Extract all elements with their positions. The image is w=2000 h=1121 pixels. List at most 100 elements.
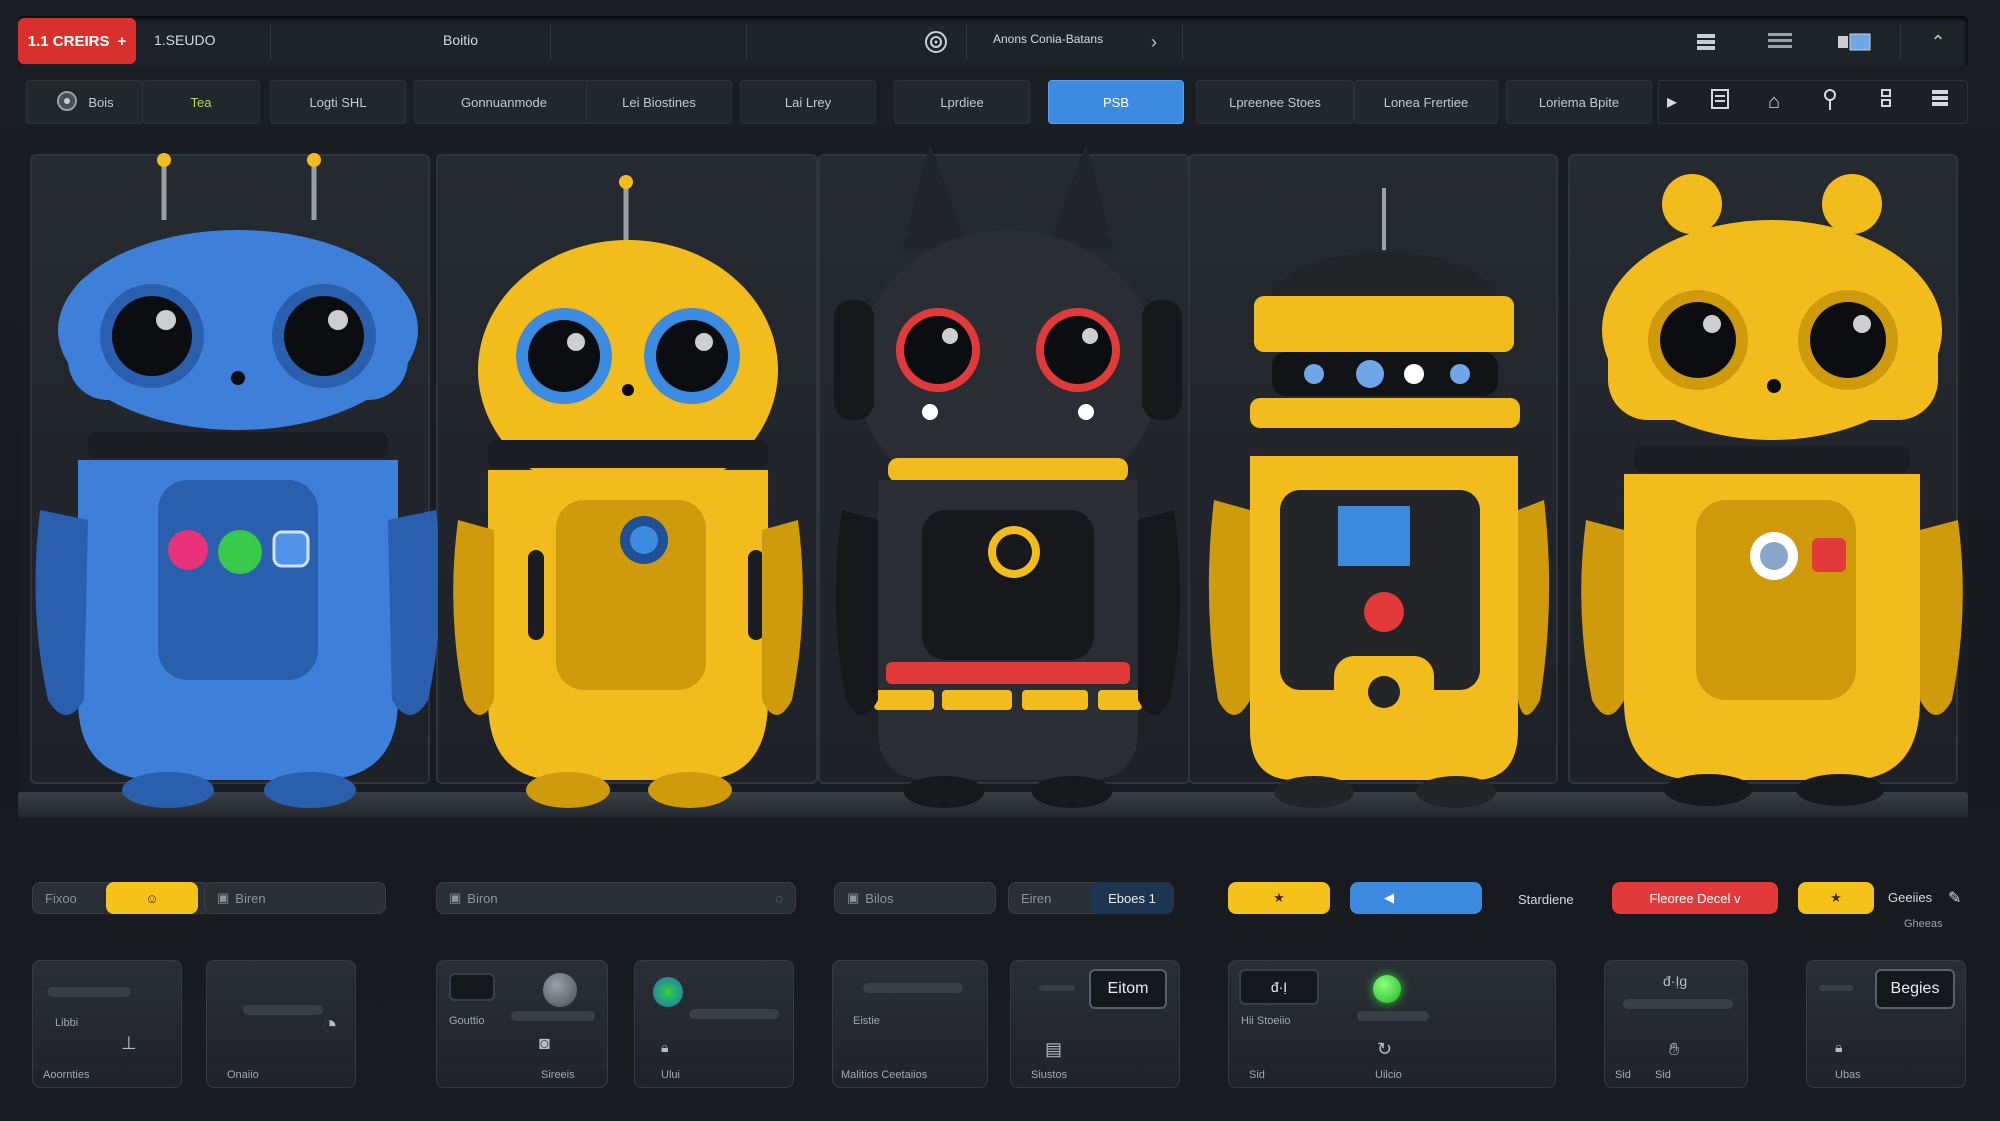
widget-1[interactable]: ◔ Onaiio — [206, 960, 356, 1088]
slider-track[interactable] — [47, 987, 131, 997]
black-robot[interactable] — [818, 140, 1198, 820]
tab-label: PSB — [1102, 94, 1129, 110]
star-icon: ★ — [1830, 890, 1842, 905]
divider — [966, 24, 967, 60]
list-icon[interactable] — [1766, 30, 1792, 54]
blue-robot[interactable] — [18, 140, 438, 820]
slider-track[interactable] — [863, 983, 963, 993]
tab-5[interactable]: Lai Lrey — [740, 80, 876, 124]
widget-4[interactable]: Eistie Malitios Ceetaiios — [832, 960, 988, 1088]
edit-icon[interactable]: ✎ — [1948, 888, 1961, 908]
field-5-label: Eiren — [1021, 890, 1052, 906]
tab-6[interactable]: Lprdiee — [894, 80, 1030, 124]
widget-8-bottom-label: Ubas — [1835, 1069, 1861, 1081]
control-row: Fixoo ☺ ▣ Biren ▣ Biron ◌ ▣ Bilos Eiren … — [18, 878, 1968, 930]
tab-8[interactable]: Lpreenee Stoes — [1196, 80, 1354, 124]
slider-track[interactable] — [1623, 999, 1733, 1009]
globe-icon[interactable] — [651, 975, 685, 1009]
widget-5[interactable]: Eitom ▤ Siustos — [1010, 960, 1180, 1088]
widget-6[interactable]: đ·Ị Hii Stoeiio ↻ Uilcio Sid — [1228, 960, 1556, 1088]
widget-8[interactable]: Begies 🔒︎ Ubas — [1806, 960, 1966, 1088]
status-led — [1373, 975, 1401, 1003]
widget-6-top-label: Hii Stoeiio — [1241, 1015, 1291, 1027]
brand-label: 1.1 CREIRS — [27, 32, 110, 50]
adjust-icon[interactable] — [1872, 88, 1900, 116]
disc-icon — [56, 90, 78, 115]
hand-icon: ✋︎ — [1669, 1039, 1680, 1059]
tab-10[interactable]: Loriema Bpite — [1506, 80, 1652, 124]
rotary-knob[interactable] — [541, 971, 579, 1009]
widget-0-bottom-label: Aoornties — [43, 1069, 90, 1081]
right-label-2: Gheeas — [1904, 918, 1943, 930]
yellow-robot[interactable] — [428, 140, 828, 820]
field-5-value-text: Eboes 1 — [1108, 890, 1156, 906]
face-toggle[interactable]: ☺ — [106, 882, 198, 914]
back-button[interactable]: ◀ — [1350, 882, 1482, 914]
small-toggle[interactable] — [449, 973, 495, 1001]
tab-label: Lei Biostines — [622, 94, 696, 110]
slider-track[interactable] — [243, 1005, 323, 1015]
widget-3-bottom-label: Ului — [661, 1069, 680, 1081]
widget-7[interactable]: đ·Ịg ✋︎ Sid Sid — [1604, 960, 1748, 1088]
field-4[interactable]: ▣ Bilos — [834, 882, 996, 914]
center-label[interactable]: Boitio — [443, 32, 478, 48]
lock-icon: 🔒︎ — [661, 1039, 669, 1055]
tab-0[interactable]: Bois — [26, 80, 144, 124]
tab-label: Lpreenee Stoes — [1229, 94, 1321, 110]
slider-track[interactable] — [1819, 985, 1853, 991]
document-icon: ▤ — [1045, 1039, 1063, 1059]
search-label[interactable]: Anons Conia-Batans — [993, 32, 1103, 46]
slider-track[interactable] — [511, 1011, 595, 1021]
tab-3[interactable]: Gonnuanmode — [414, 80, 594, 124]
chevron-right-icon[interactable]: › — [1142, 30, 1166, 54]
grid-icon[interactable] — [1694, 30, 1718, 54]
tab-row: Bois Tea Logti SHL Gonnuanmode Lei Biost… — [18, 80, 1968, 126]
divider — [550, 24, 551, 60]
yellow-square-robot[interactable] — [1194, 140, 1564, 820]
widget-7-display-label: đ·Ịg — [1663, 973, 1688, 989]
widget-7-right-label: Sid — [1655, 1069, 1671, 1081]
window-icon[interactable] — [1836, 30, 1876, 54]
tab-9[interactable]: Lonea Frertiee — [1354, 80, 1498, 124]
tab-label: Logti SHL — [309, 94, 367, 110]
field-2[interactable]: ▣ Biren — [204, 882, 386, 914]
divider — [1182, 24, 1183, 60]
field-3[interactable]: ▣ Biron ◌ — [436, 882, 796, 914]
yellow-action-button[interactable]: ★ — [1228, 882, 1330, 914]
field-5-value[interactable]: Eboes 1 — [1090, 882, 1174, 914]
menu-icon[interactable] — [1926, 88, 1954, 116]
tab-4[interactable]: Lei Biostines — [586, 80, 732, 124]
divider — [270, 24, 271, 60]
target-icon[interactable] — [924, 30, 948, 54]
yellow-bear-robot[interactable] — [1558, 140, 1978, 820]
smile-icon: ☺ — [145, 890, 159, 906]
widget-4-top-label: Eistie — [853, 1015, 880, 1027]
widget-8-button[interactable]: Begies — [1875, 969, 1955, 1009]
tab-label: Lai Lrey — [784, 94, 832, 110]
home-icon[interactable]: ⌂ — [1760, 88, 1788, 116]
widget-2[interactable]: Gouttio ◙ Sireeis — [436, 960, 608, 1088]
document-icon[interactable] — [1706, 88, 1734, 116]
slider-track[interactable] — [1357, 1011, 1429, 1021]
brand-button[interactable]: 1.1 CREIRS + — [18, 18, 136, 64]
widget-4-bottom-label: Malitios Ceetaiios — [841, 1069, 928, 1081]
tab-7[interactable]: PSB — [1048, 80, 1184, 124]
widget-3[interactable]: 🔒︎ Ului — [634, 960, 794, 1088]
widget-5-button[interactable]: Eitom — [1089, 969, 1167, 1009]
widget-0[interactable]: Libbi ⊥ Aoornties — [32, 960, 182, 1088]
slider-track[interactable] — [1039, 985, 1075, 991]
red-action-button[interactable]: Fleoree Decel v — [1612, 882, 1778, 914]
pin-icon[interactable] — [1816, 88, 1844, 116]
yellow-action-button-2[interactable]: ★ — [1798, 882, 1874, 914]
divider — [1900, 24, 1901, 60]
studio-label[interactable]: 1.SEUDO — [154, 32, 215, 48]
tab-1[interactable]: Tea — [142, 80, 260, 124]
lever-icon: ⊥ — [121, 1033, 137, 1053]
tab-label: Lprdiee — [940, 94, 984, 110]
widget-6-display[interactable]: đ·Ị — [1239, 969, 1319, 1005]
chevron-updown-icon[interactable]: ⌃ — [1926, 30, 1950, 54]
play-icon[interactable]: ▸ — [1658, 88, 1686, 116]
tab-label: Bois — [88, 94, 114, 110]
slider-track[interactable] — [689, 1009, 779, 1019]
tab-2[interactable]: Logti SHL — [270, 80, 406, 124]
